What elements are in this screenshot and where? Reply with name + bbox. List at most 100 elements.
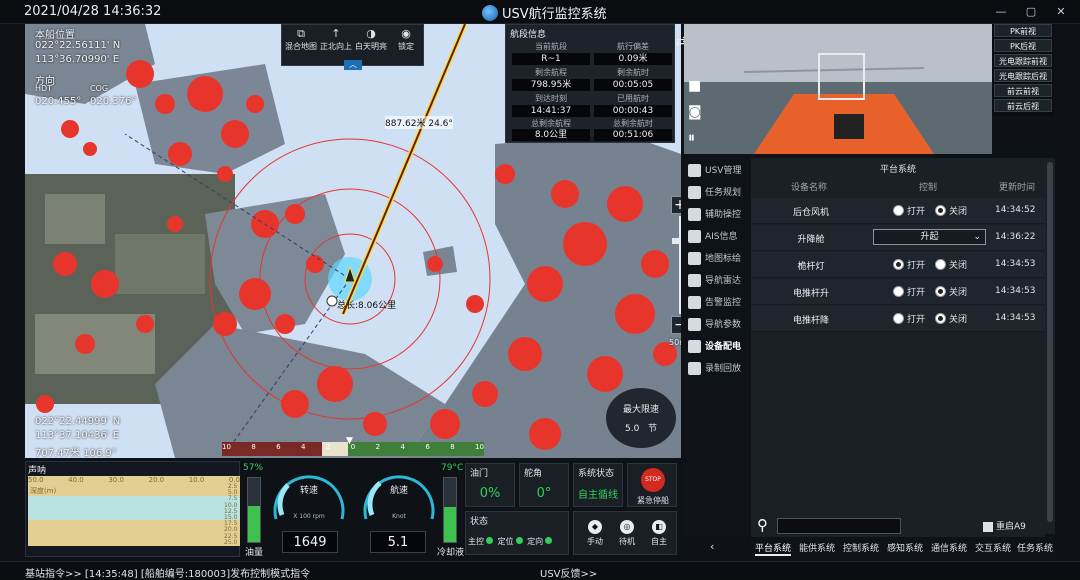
radio-off[interactable]: 关闭: [935, 312, 967, 325]
restart-a9-button[interactable]: 重启A9: [983, 519, 1026, 532]
platform-scrollbar[interactable]: [1045, 158, 1055, 534]
sonar-panel: 声呐 50.0 40.0 30.0 20.0 10.0 0.0 深度(m) 2.5 5.0 7…: [25, 461, 240, 557]
restart-icon: [983, 521, 993, 532]
radio-on[interactable]: 打开: [893, 312, 925, 325]
scrollbar-thumb[interactable]: [1047, 162, 1053, 522]
camera-view[interactable]: [684, 24, 992, 154]
cursor-distance: 707.47米 106.9°: [35, 448, 117, 458]
radio-off[interactable]: 关闭: [935, 204, 967, 217]
nav-nav-parameters[interactable]: 导航参数: [684, 314, 748, 336]
zoom-slider-handle[interactable]: [672, 238, 681, 244]
lift-cabin-select[interactable]: 升起 ⌄: [873, 229, 986, 245]
radio-off[interactable]: 关闭: [935, 258, 967, 271]
table-row: 桅杆灯 打开 关闭 14:34:53: [751, 252, 1045, 278]
segment-field-label: 已用航时: [617, 94, 649, 103]
max-speed-value: 5.0: [625, 424, 640, 434]
camera-controls: ■ ◙ ⏸: [684, 24, 710, 154]
camera-mode-eo-rear[interactable]: 光电跟踪后视: [994, 69, 1052, 82]
segment-field-value: 14:41:37: [512, 105, 590, 117]
layers-icon: ⧉: [297, 27, 305, 40]
radio-on[interactable]: 打开: [893, 285, 925, 298]
status-dot-icon: [486, 537, 493, 544]
rudder-card: 舵角 0°: [519, 463, 569, 507]
nav-map-drawing[interactable]: 地图标绘: [684, 248, 748, 270]
total-length-label: 总长:8.06公里: [337, 301, 397, 311]
tab-control[interactable]: 控制系统: [843, 541, 879, 554]
record-video-icon[interactable]: ■: [688, 78, 701, 94]
toolbar-day-mode[interactable]: ◑ 白天明亮: [354, 27, 388, 52]
speed-bar-ticks: 10 8 6 4 2 0 2 4 6 8 10: [222, 443, 484, 451]
coolant-temp: 79°C: [441, 463, 464, 473]
toolbar-collapse-button[interactable]: ︿: [344, 60, 362, 70]
camera-mode-eo-front[interactable]: 光电跟踪前视: [994, 54, 1052, 67]
max-speed-unit: 节: [647, 424, 657, 434]
camera-mode-cloud-front[interactable]: 前云前视: [994, 84, 1052, 97]
nav-power-distribution[interactable]: 设备配电: [684, 336, 748, 358]
nav-radar[interactable]: 导航雷达: [684, 270, 748, 292]
sonar-depth-label: 深度(m): [30, 487, 57, 495]
title-bar: 2021/04/28 14:36:32 USV航行监控系统 — ▢ ✕: [0, 0, 1080, 24]
segment-field-label: 剩余航时: [617, 68, 649, 77]
sonar-y-ticks: 2.5 5.0 7.5 10.0 12.5 15.0 17.5 20.0 22.5 25.0: [224, 483, 238, 546]
fuel-gauge-fill: [248, 505, 260, 542]
speed-bar-pointer-icon: ▼: [346, 436, 353, 446]
minimize-button[interactable]: —: [990, 2, 1012, 22]
maximize-button[interactable]: ▢: [1020, 2, 1042, 22]
tab-interaction[interactable]: 交互系统: [975, 541, 1011, 554]
speed-bar: 10 8 6 4 2 0 2 4 6 8 10 ▼: [222, 436, 484, 456]
nav-mission-planning[interactable]: 任务规划: [684, 182, 748, 204]
own-lon: 113°36.70990' E: [35, 54, 120, 65]
radio-on[interactable]: 打开: [893, 258, 925, 271]
cursor-lon: 113°37.10436' E: [35, 430, 120, 441]
segment-field-label: 总剩余航时: [613, 119, 653, 128]
tab-communication[interactable]: 通信系统: [931, 541, 967, 554]
camera-mode-pk-front[interactable]: PK前视: [994, 24, 1052, 37]
toolbar-lock[interactable]: ◉ 锁定: [389, 27, 423, 52]
max-speed-label: 最大限速: [622, 405, 659, 415]
segment-field-value: 8.0公里: [512, 129, 590, 141]
tab-perception[interactable]: 感知系统: [887, 541, 923, 554]
segment-field-label: 航行偏差: [617, 42, 649, 51]
toolbar-north-up[interactable]: ↑ 正北向上: [319, 27, 353, 52]
nav-assist-control[interactable]: 辅助操控: [684, 204, 748, 226]
nav-usv-management[interactable]: USV管理: [684, 160, 748, 182]
radio-on[interactable]: 打开: [893, 204, 925, 217]
close-button[interactable]: ✕: [1050, 2, 1072, 22]
snapshot-camera-icon[interactable]: ◙: [688, 104, 702, 120]
speed-dial: [363, 475, 435, 520]
nav-alarm-monitor[interactable]: 告警监控: [684, 292, 748, 314]
day-mode-icon: ◑: [366, 27, 376, 40]
standby-mode-button[interactable]: ◎ 待机: [612, 520, 642, 547]
search-icon[interactable]: ⚲: [757, 516, 768, 534]
nav-ais-info[interactable]: AIS信息: [684, 226, 748, 248]
bearing-label: 887.62米 24.6°: [385, 116, 453, 129]
mode-card: ◆ 手动 ◎ 待机 ◧ 自主: [573, 511, 677, 555]
collapse-nav-icon[interactable]: ‹: [710, 540, 714, 553]
segment-info-panel: 航段信息 当前航段 航行偏差 R~1 0.09米 剩余航程 剩余航时 798.9…: [505, 24, 675, 143]
segment-field-label: 到达时刻: [535, 94, 567, 103]
zoom-track[interactable]: [679, 216, 681, 314]
coolant-label: 冷却液: [437, 548, 465, 558]
tab-platform[interactable]: 平台系统: [755, 541, 792, 556]
zoom-in-button[interactable]: +: [671, 196, 681, 214]
tab-mission[interactable]: 任务系统: [1017, 541, 1053, 554]
table-row: 电推杆升 打开 关闭 14:34:53: [751, 279, 1045, 305]
radio-off[interactable]: 关闭: [935, 285, 967, 298]
camera-mode-pk-rear[interactable]: PK后视: [994, 39, 1052, 52]
toolbar-mixed-map[interactable]: ⧉ 混合地图: [284, 27, 318, 52]
emergency-stop-button[interactable]: STOP: [641, 468, 665, 492]
nav-record-playback[interactable]: 录制回放: [684, 358, 748, 380]
state-card: 状态 主控 定位 定向: [465, 511, 569, 555]
manual-mode-button[interactable]: ◆ 手动: [580, 520, 610, 547]
tab-energy[interactable]: 能供系统: [799, 541, 835, 554]
side-navigation: USV管理 任务规划 辅助操控 AIS信息 地图标绘 导航雷达 告警监控 导航参…: [684, 158, 748, 553]
usv-feedback-log: USV反馈>>: [540, 569, 598, 580]
segment-field-value: 00:05:05: [594, 79, 672, 91]
map-draw-icon: [688, 252, 701, 265]
pause-icon[interactable]: ⏸: [688, 130, 695, 146]
zoom-out-button[interactable]: −: [671, 316, 681, 334]
auto-mode-button[interactable]: ◧ 自主: [644, 520, 674, 547]
camera-mode-cloud-rear[interactable]: 前云后视: [994, 99, 1052, 112]
search-input[interactable]: [777, 518, 901, 534]
emergency-stop-caption: 紧急停船: [637, 496, 669, 505]
